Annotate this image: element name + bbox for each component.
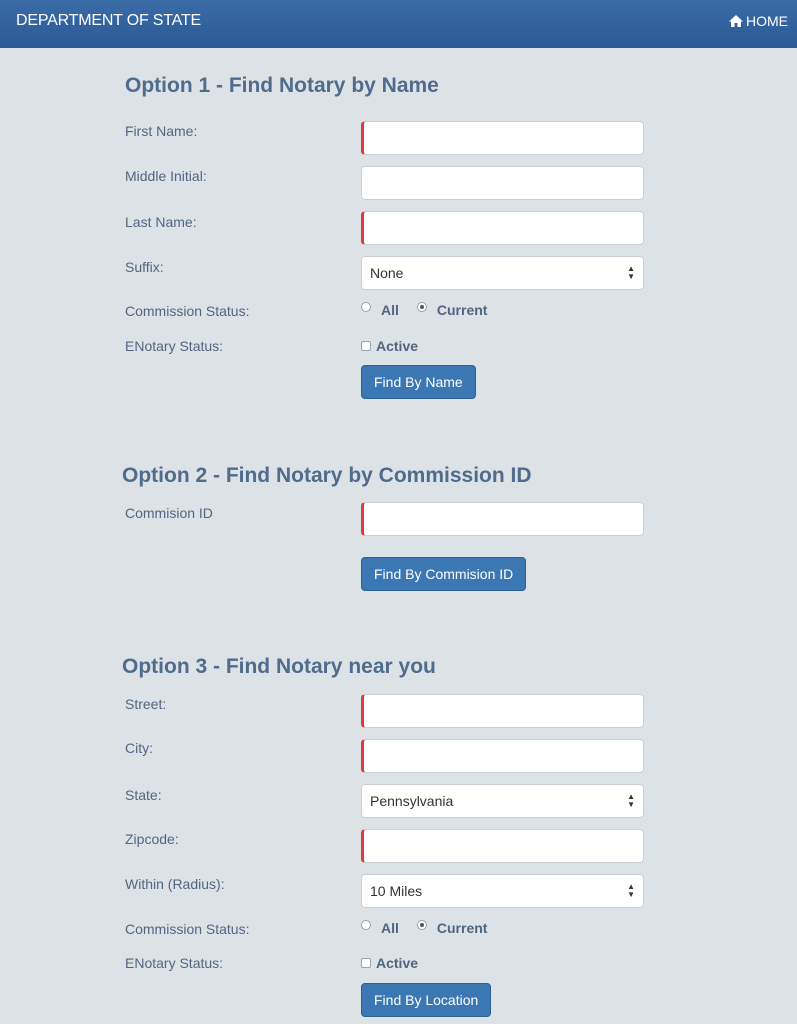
location-enotary-status-label: ENotary Status: [125, 955, 224, 971]
location-radio-current-label: Current [436, 920, 488, 936]
enotary-active-row: Active [361, 338, 418, 354]
commission-status-radios: All Current [361, 302, 487, 318]
top-navbar: DEPARTMENT OF STATE HOME [0, 0, 797, 48]
first-name-input[interactable] [361, 121, 644, 155]
suffix-label: Suffix: [125, 259, 164, 275]
commission-status-label: Commission Status: [125, 303, 250, 319]
city-label: City: [125, 740, 153, 756]
enotary-active-label: Active [376, 338, 419, 354]
find-by-name-button[interactable]: Find By Name [361, 365, 476, 399]
middle-initial-input[interactable] [361, 166, 644, 200]
enotary-active-checkbox[interactable] [361, 341, 371, 351]
first-name-label: First Name: [125, 123, 198, 139]
select-arrows-icon: ▲ ▼ [627, 882, 635, 899]
last-name-label: Last Name: [125, 214, 197, 230]
state-select[interactable]: Pennsylvania ▲ ▼ [361, 784, 644, 818]
suffix-select[interactable]: None ▲ ▼ [361, 256, 644, 290]
commission-id-label: Commision ID [125, 505, 213, 521]
location-commission-status-radios: All Current [361, 920, 487, 936]
location-radio-all-label: All [381, 920, 399, 936]
location-enotary-active-row: Active [361, 955, 418, 971]
option1-title: Option 1 - Find Notary by Name [125, 74, 439, 97]
home-icon [729, 15, 743, 27]
home-link[interactable]: HOME [728, 13, 788, 29]
location-enotary-active-checkbox[interactable] [361, 958, 371, 968]
zipcode-label: Zipcode: [125, 831, 179, 847]
zipcode-input[interactable] [361, 829, 644, 863]
option2-title: Option 2 - Find Notary by Commission ID [122, 464, 532, 487]
street-input[interactable] [361, 694, 644, 728]
find-by-commission-id-button[interactable]: Find By Commision ID [361, 557, 527, 591]
select-arrows-icon: ▲ ▼ [627, 264, 635, 281]
location-enotary-active-label: Active [376, 955, 419, 971]
radio-current-label: Current [436, 302, 488, 318]
city-input[interactable] [361, 739, 644, 773]
radio-all[interactable] [361, 302, 371, 312]
home-label: HOME [746, 13, 788, 29]
radio-all-label: All [381, 302, 399, 318]
suffix-value: None [370, 265, 404, 281]
option3-title: Option 3 - Find Notary near you [122, 655, 436, 678]
brand-title[interactable]: DEPARTMENT OF STATE [16, 12, 201, 30]
middle-initial-label: Middle Initial: [125, 168, 207, 184]
street-label: Street: [125, 696, 167, 712]
radius-value: 10 Miles [370, 883, 423, 899]
state-label: State: [125, 787, 162, 803]
radius-label: Within (Radius): [125, 876, 225, 892]
commission-id-input[interactable] [361, 502, 644, 536]
find-by-location-button[interactable]: Find By Location [361, 983, 492, 1017]
select-arrows-icon: ▲ ▼ [627, 792, 635, 809]
enotary-status-label: ENotary Status: [125, 338, 224, 354]
location-radio-current[interactable] [416, 920, 427, 930]
location-radio-all[interactable] [361, 920, 371, 930]
radio-current[interactable] [416, 302, 427, 312]
last-name-input[interactable] [361, 211, 644, 245]
radius-select[interactable]: 10 Miles ▲ ▼ [361, 874, 644, 908]
location-commission-status-label: Commission Status: [125, 921, 250, 937]
state-value: Pennsylvania [370, 793, 454, 809]
